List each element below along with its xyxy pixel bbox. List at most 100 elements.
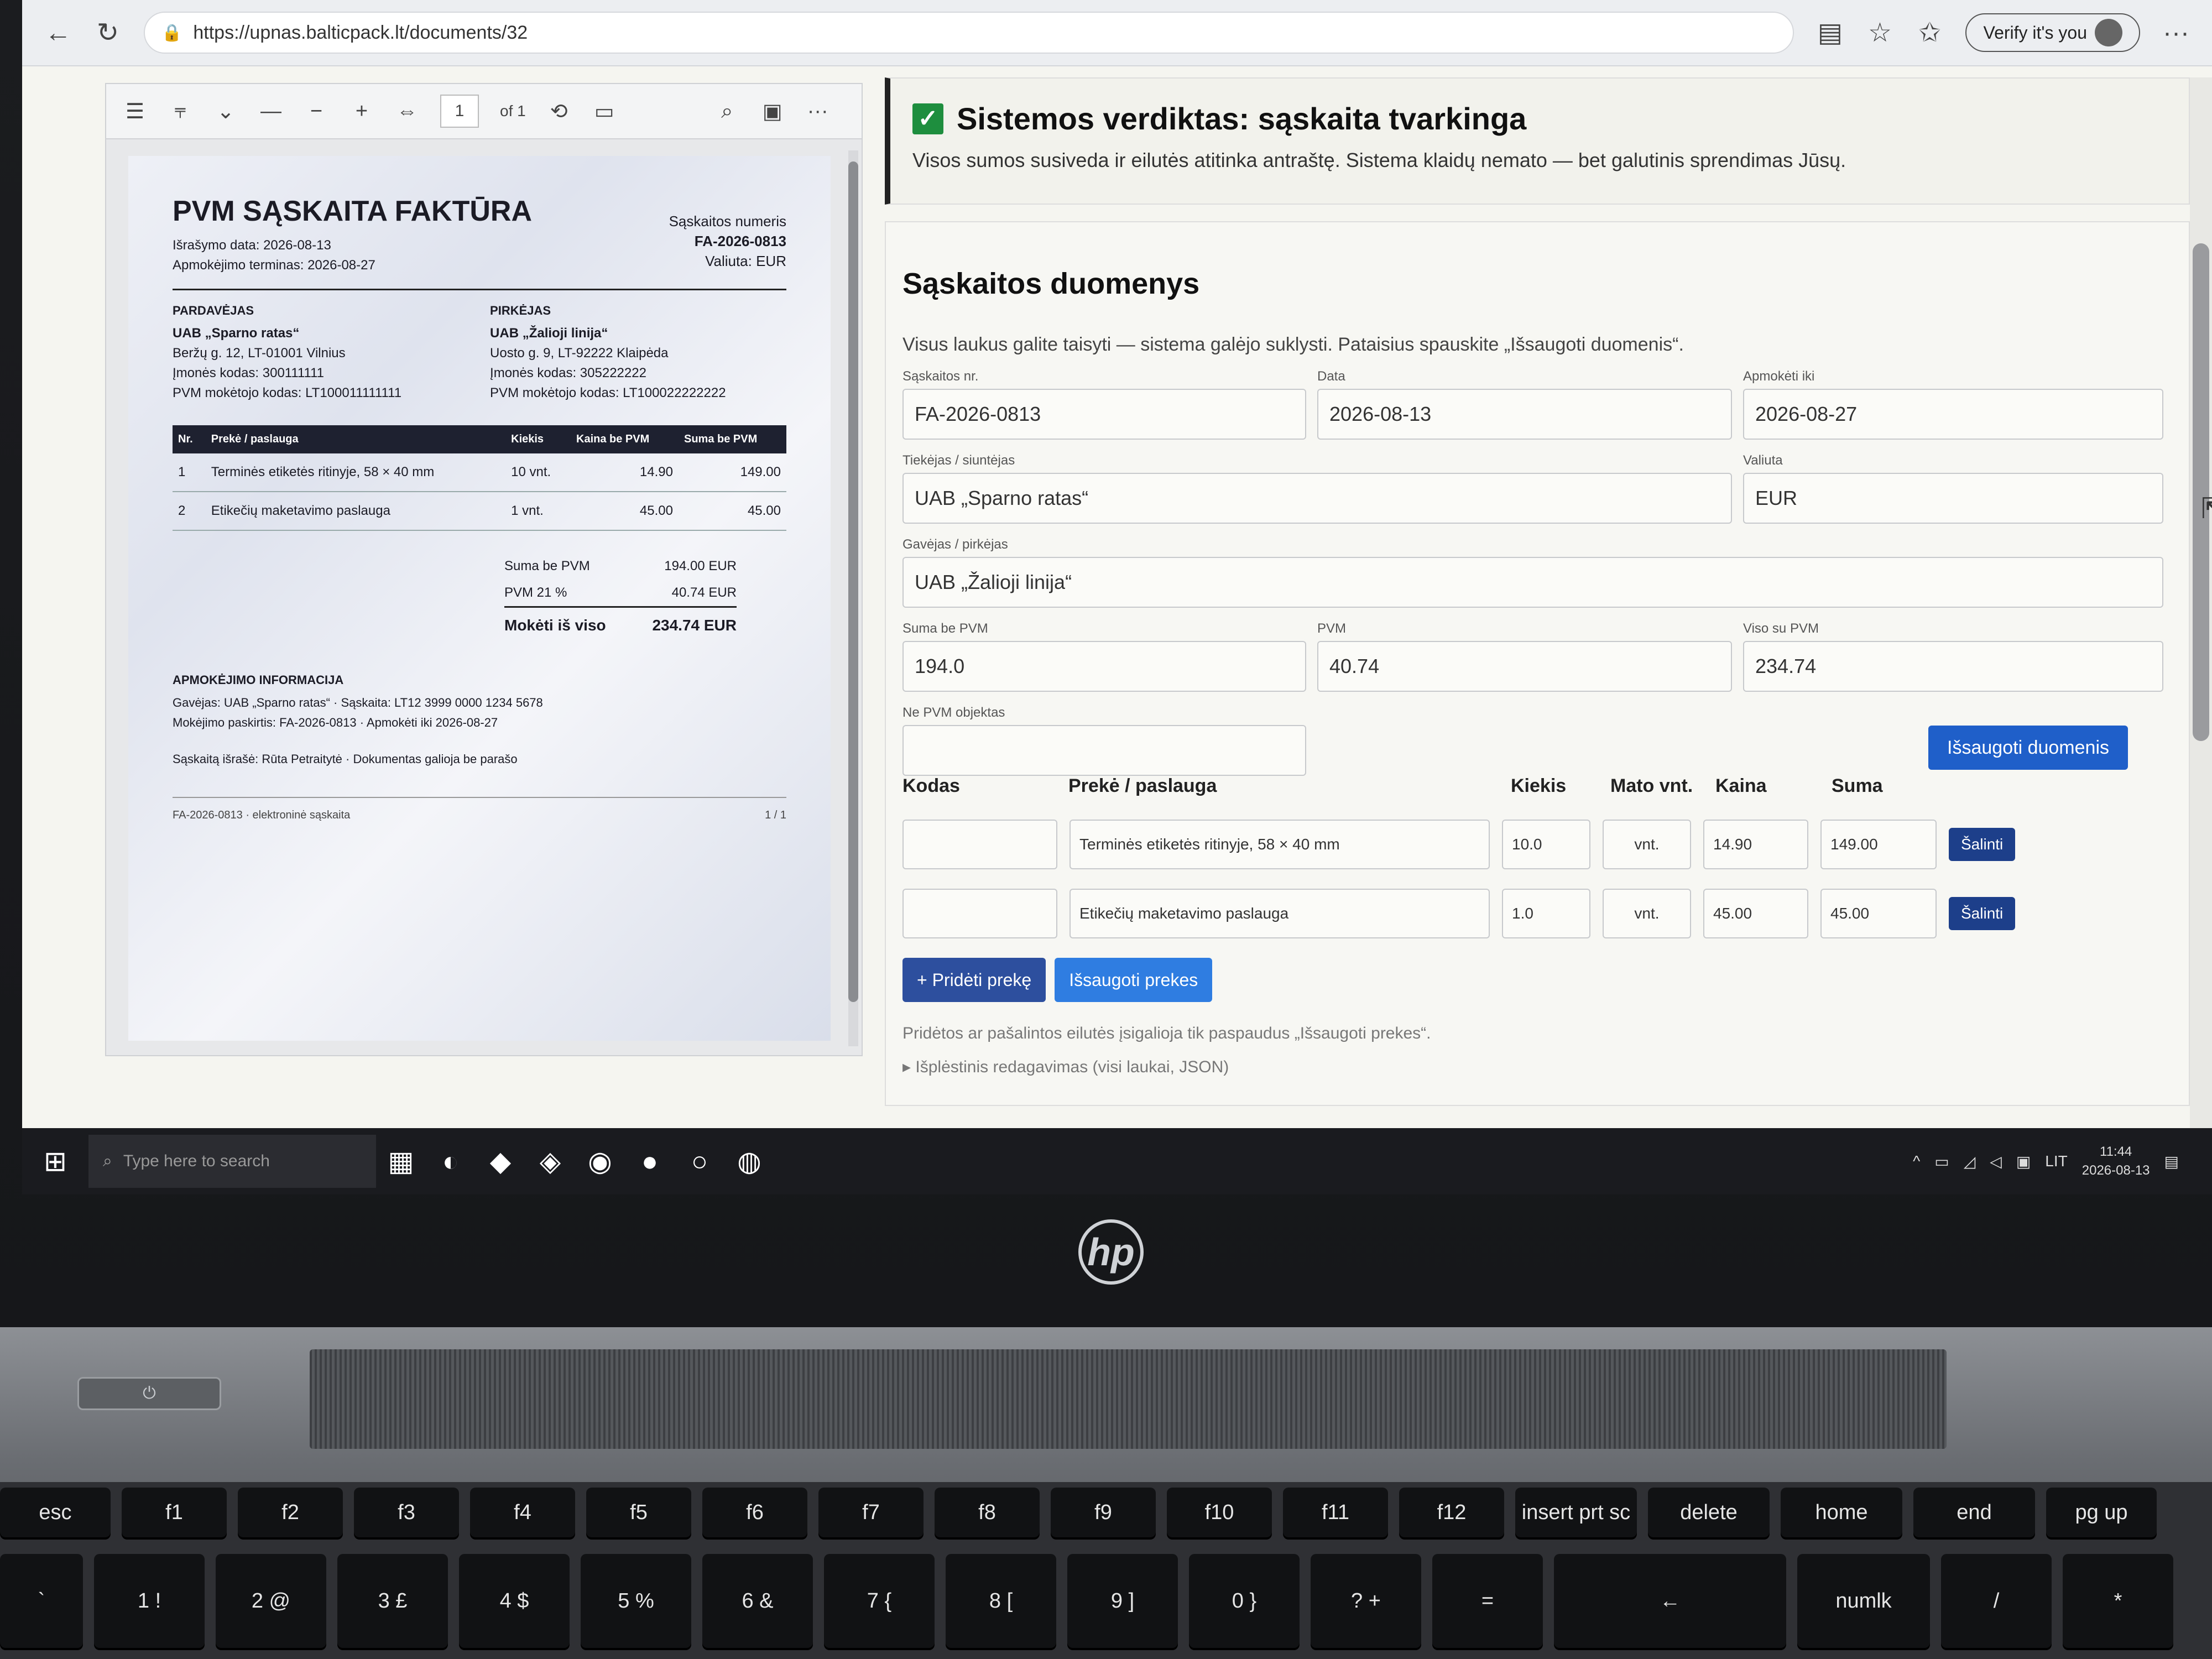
volume-icon[interactable]: ◁: [1990, 1152, 2002, 1171]
key[interactable]: *: [2063, 1554, 2173, 1648]
key[interactable]: delete: [1648, 1488, 1770, 1537]
pdf-scrollbar[interactable]: [848, 150, 858, 1046]
start-button[interactable]: ⊞: [22, 1128, 88, 1194]
unit-input[interactable]: vnt.: [1603, 820, 1691, 869]
key[interactable]: home: [1781, 1488, 1902, 1537]
page-number-input[interactable]: 1: [440, 95, 479, 128]
address-bar[interactable]: 🔒 https://upnas.balticpack.lt/documents/…: [144, 12, 1794, 54]
key[interactable]: `: [0, 1554, 83, 1648]
key[interactable]: f11: [1283, 1488, 1388, 1537]
notification-icon[interactable]: ▣: [2016, 1152, 2031, 1171]
back-icon[interactable]: ←: [44, 18, 72, 48]
chevron-up-icon[interactable]: ^: [1913, 1152, 1920, 1170]
item-name-input[interactable]: Etikečių maketavimo paslauga: [1070, 889, 1490, 938]
key[interactable]: ←: [1554, 1554, 1786, 1648]
more-icon[interactable]: ···: [806, 100, 830, 123]
key[interactable]: end: [1913, 1488, 2035, 1537]
filter-icon[interactable]: ⫧: [168, 100, 192, 123]
rotate-icon[interactable]: ⟲: [547, 99, 571, 124]
non-vat-input[interactable]: [902, 725, 1306, 776]
date-input[interactable]: 2026-08-13: [1317, 389, 1732, 440]
page-view-icon[interactable]: ▭: [592, 99, 617, 124]
qty-input[interactable]: 1.0: [1502, 889, 1590, 938]
unit-input[interactable]: vnt.: [1603, 889, 1691, 938]
key[interactable]: 8 [: [946, 1554, 1056, 1648]
profile-button[interactable]: Verify it's you: [1965, 13, 2140, 52]
save-icon[interactable]: ▣: [760, 99, 785, 124]
key[interactable]: f3: [354, 1488, 459, 1537]
power-button[interactable]: ⏻: [77, 1377, 221, 1410]
battery-icon[interactable]: ▭: [1934, 1152, 1949, 1171]
page-scrollbar[interactable]: [2190, 77, 2212, 1128]
star-icon[interactable]: ☆: [1866, 17, 1893, 48]
key[interactable]: ? +: [1311, 1554, 1421, 1648]
key[interactable]: =: [1432, 1554, 1543, 1648]
key[interactable]: 1 !: [94, 1554, 205, 1648]
chevron-down-icon[interactable]: ⌄: [213, 99, 238, 124]
key[interactable]: f1: [122, 1488, 227, 1537]
chrome-icon[interactable]: ◉: [575, 1136, 625, 1186]
sum-input[interactable]: 149.00: [1820, 820, 1937, 869]
save-items-button[interactable]: Išsaugoti prekes: [1055, 958, 1213, 1002]
currency-input[interactable]: EUR: [1743, 473, 2163, 524]
gross-input[interactable]: 234.74: [1743, 641, 2163, 692]
key[interactable]: /: [1941, 1554, 2052, 1648]
key[interactable]: 9 ]: [1067, 1554, 1178, 1648]
key[interactable]: 0 }: [1189, 1554, 1300, 1648]
reader-icon[interactable]: ▤: [1816, 17, 1844, 48]
app-icon[interactable]: ◍: [724, 1136, 774, 1186]
app-icon[interactable]: ●: [625, 1136, 675, 1186]
net-input[interactable]: 194.0: [902, 641, 1306, 692]
key[interactable]: f9: [1051, 1488, 1156, 1537]
app-icon[interactable]: ◈: [525, 1136, 575, 1186]
contents-icon[interactable]: ☰: [123, 99, 147, 124]
taskbar-search[interactable]: ⌕ Type here to search: [88, 1135, 376, 1188]
vat-input[interactable]: 40.74: [1317, 641, 1732, 692]
advanced-edit-toggle[interactable]: ▸ Išplėstinis redagavimas (visi laukai, …: [902, 1057, 1229, 1077]
fit-page-icon[interactable]: ⇔: [395, 100, 419, 123]
due-date-input[interactable]: 2026-08-27: [1743, 389, 2163, 440]
supplier-input[interactable]: UAB „Sparno ratas“: [902, 473, 1732, 524]
key[interactable]: numlk: [1797, 1554, 1930, 1648]
pdf-scrollbar-thumb[interactable]: [848, 161, 858, 1002]
favorites-icon[interactable]: ✩: [1916, 17, 1943, 48]
clock[interactable]: 11:44 2026-08-13: [2082, 1142, 2150, 1180]
delete-item-button[interactable]: Šalinti: [1949, 897, 2016, 930]
qty-input[interactable]: 10.0: [1502, 820, 1590, 869]
code-input[interactable]: [902, 820, 1057, 869]
key[interactable]: 3 £: [337, 1554, 448, 1648]
item-name-input[interactable]: Terminės etiketės ritinyje, 58 × 40 mm: [1070, 820, 1490, 869]
key[interactable]: f7: [818, 1488, 924, 1537]
key[interactable]: 2 @: [216, 1554, 326, 1648]
app-icon[interactable]: ◆: [476, 1136, 525, 1186]
reload-icon[interactable]: ↻: [94, 17, 122, 48]
sum-input[interactable]: 45.00: [1820, 889, 1937, 938]
price-input[interactable]: 45.00: [1703, 889, 1808, 938]
key[interactable]: esc: [0, 1488, 111, 1537]
key[interactable]: f2: [238, 1488, 343, 1537]
save-data-button[interactable]: Išsaugoti duomenis: [1928, 726, 2128, 770]
network-icon[interactable]: ◿: [1964, 1152, 1976, 1171]
edge-icon[interactable]: ◐: [426, 1136, 476, 1186]
key[interactable]: f12: [1399, 1488, 1504, 1537]
key[interactable]: 5 %: [581, 1554, 691, 1648]
key[interactable]: pg up: [2046, 1488, 2157, 1537]
add-item-button[interactable]: + Pridėti prekę: [902, 958, 1046, 1002]
zoom-in-icon[interactable]: +: [349, 100, 374, 123]
search-icon[interactable]: ⌕: [715, 100, 739, 123]
draw-icon[interactable]: —: [259, 100, 283, 123]
key[interactable]: f5: [586, 1488, 691, 1537]
buyer-input[interactable]: UAB „Žalioji linija“: [902, 557, 2163, 608]
action-center-icon[interactable]: ▤: [2164, 1152, 2179, 1171]
key[interactable]: 7 {: [824, 1554, 935, 1648]
invoice-no-input[interactable]: FA-2026-0813: [902, 389, 1306, 440]
key[interactable]: insert prt sc: [1515, 1488, 1637, 1537]
language-indicator[interactable]: LIT: [2045, 1152, 2067, 1170]
more-icon[interactable]: ···: [2162, 18, 2190, 48]
key[interactable]: f6: [702, 1488, 807, 1537]
key[interactable]: f8: [935, 1488, 1040, 1537]
task-view-icon[interactable]: ▦: [376, 1136, 426, 1186]
price-input[interactable]: 14.90: [1703, 820, 1808, 869]
zoom-out-icon[interactable]: −: [304, 100, 328, 123]
key[interactable]: 4 $: [459, 1554, 570, 1648]
